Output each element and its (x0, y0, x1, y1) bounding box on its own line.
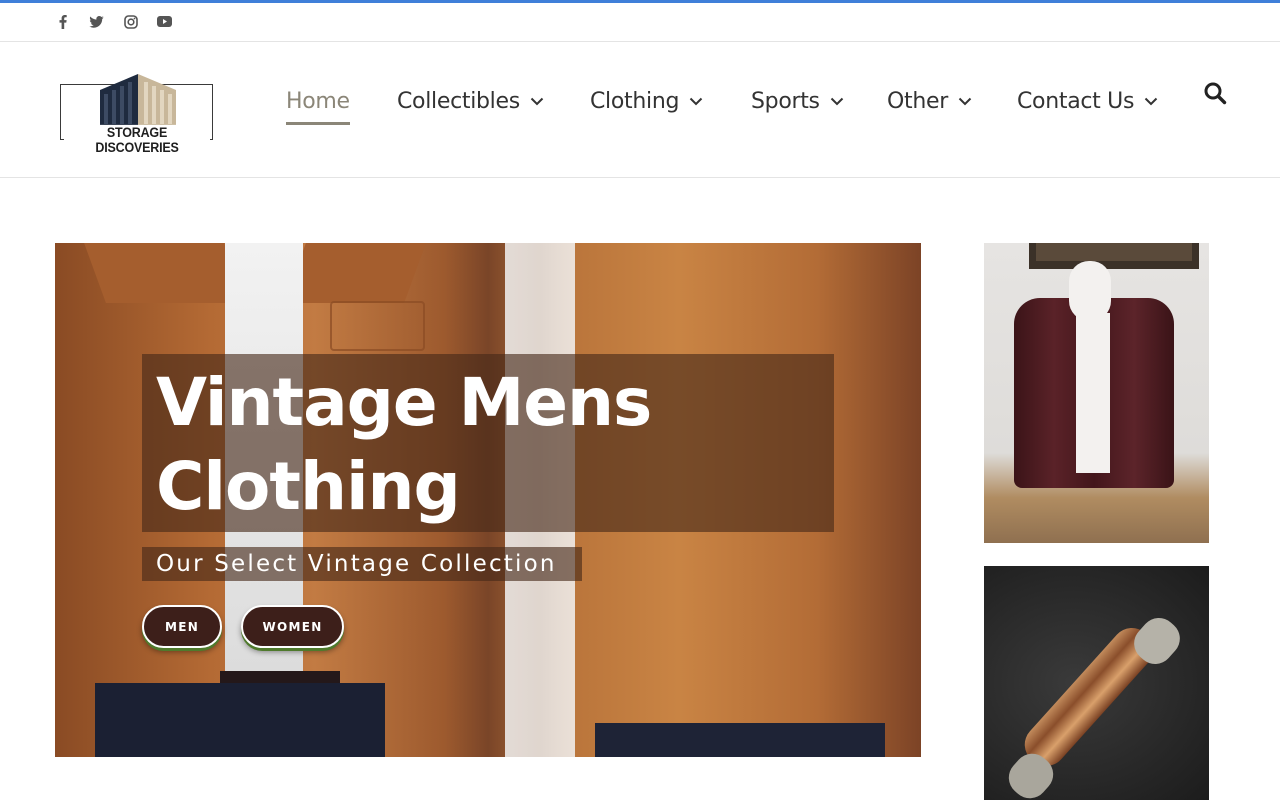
hero-subtitle: Our Select Vintage Collection (156, 551, 557, 577)
site-logo[interactable]: STORAGE DISCOVERIES (60, 72, 216, 156)
hero-image-part (330, 301, 425, 351)
site-header: STORAGE DISCOVERIES Home Collectibles Cl… (0, 42, 1280, 178)
image-part (1036, 243, 1192, 261)
hero-image-part (595, 723, 885, 757)
nav-item-other[interactable]: Other (887, 78, 972, 124)
featured-image-pocket-knife[interactable] (984, 566, 1209, 800)
nav-item-label: Clothing (590, 88, 680, 114)
nav-item-clothing[interactable]: Clothing (590, 78, 703, 124)
twitter-icon[interactable] (89, 14, 104, 29)
nav-item-home[interactable]: Home (286, 78, 350, 125)
image-part (1069, 261, 1111, 321)
chevron-down-icon (530, 97, 544, 106)
women-button[interactable]: WOMEN (241, 605, 344, 648)
chevron-down-icon (830, 97, 844, 106)
social-links (55, 14, 172, 29)
hero-image-part (84, 243, 246, 303)
top-bar (0, 3, 1280, 42)
nav-item-label: Collectibles (397, 88, 520, 114)
nav-item-label: Home (286, 88, 350, 114)
chevron-down-icon (1144, 97, 1158, 106)
men-button[interactable]: MEN (142, 605, 222, 648)
chevron-down-icon (958, 97, 972, 106)
image-part (1076, 313, 1110, 473)
nav-item-label: Sports (751, 88, 820, 114)
instagram-icon[interactable] (123, 14, 138, 29)
nav-item-label: Other (887, 88, 948, 114)
hero-image-part (284, 243, 426, 303)
facebook-icon[interactable] (55, 14, 70, 29)
hero-slider[interactable]: Vintage Mens Clothing Our Select Vintage… (55, 243, 921, 757)
logo-text: STORAGE DISCOVERIES (64, 124, 210, 156)
active-underline (286, 122, 350, 125)
youtube-icon[interactable] (157, 14, 172, 29)
chevron-down-icon (689, 97, 703, 106)
search-icon[interactable] (1203, 81, 1227, 105)
nav-item-contact-us[interactable]: Contact Us (1017, 78, 1158, 124)
hero-title: Vintage Mens Clothing (156, 364, 652, 525)
nav-item-label: Contact Us (1017, 88, 1135, 114)
featured-image-leather-jacket[interactable] (984, 243, 1209, 543)
logo-building-graphic (100, 74, 176, 128)
nav-item-collectibles[interactable]: Collectibles (397, 78, 544, 124)
nav-item-sports[interactable]: Sports (751, 78, 844, 124)
hero-image-part (95, 683, 385, 757)
